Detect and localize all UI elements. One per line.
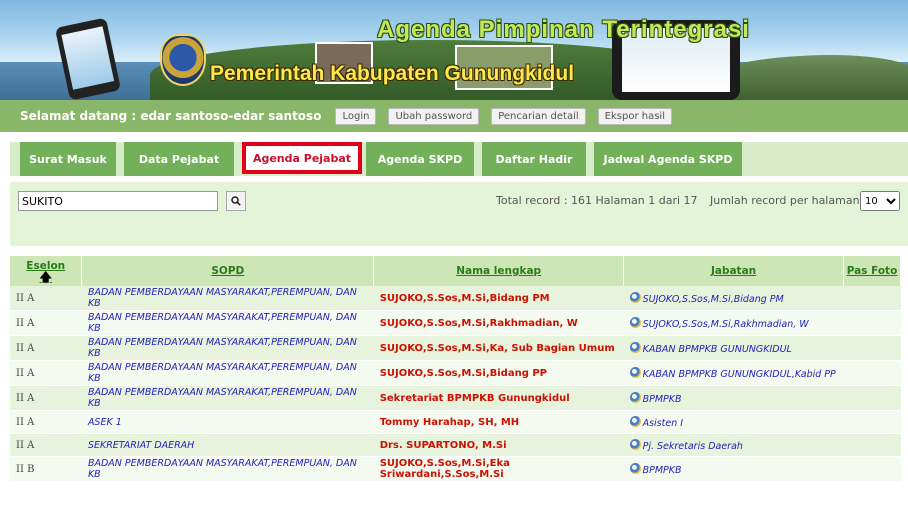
cell-sopd[interactable]: BADAN PEMBERDAYAAN MASYARAKAT,PEREMPUAN,…: [81, 360, 374, 386]
jabatan-text[interactable]: SUJOKO,S.Sos,M.Si,Bidang PM: [643, 294, 784, 305]
detail-search-button[interactable]: Pencarian detail: [491, 107, 586, 125]
search-row: Total record : 161 Halaman 1 dari 17 Jum…: [10, 182, 908, 220]
table-row: II A SEKRETARIAT DAERAH Drs. SUPARTONO, …: [10, 433, 901, 457]
agenda-icon: [629, 415, 641, 427]
col-nama[interactable]: Nama lengkap: [373, 256, 625, 286]
cell-eselon: II A: [10, 335, 82, 361]
cell-eselon: II A: [10, 286, 82, 311]
per-page-select[interactable]: 10: [860, 191, 900, 211]
col-foto[interactable]: Pas Foto: [843, 256, 901, 286]
total-record-info: Total record : 161 Halaman 1 dari 17: [496, 194, 698, 207]
cell-sopd[interactable]: BADAN PEMBERDAYAAN MASYARAKAT,PEREMPUAN,…: [81, 456, 374, 482]
cell-foto: [843, 335, 901, 361]
col-eselon[interactable]: Eselon 🡅: [10, 256, 83, 286]
cell-jabatan[interactable]: KABAN BPMPKB GUNUNGKIDUL: [623, 335, 844, 361]
jabatan-text[interactable]: BPMPKB: [643, 394, 682, 405]
header-banner: Agenda Pimpinan Terintegrasi Pemerintah …: [0, 0, 908, 100]
cell-nama[interactable]: Sekretariat BPMPKB Gunungkidul: [373, 385, 624, 411]
agenda-icon: [629, 366, 641, 378]
agenda-icon: [629, 341, 641, 353]
agenda-icon: [629, 462, 641, 474]
cell-jabatan[interactable]: BPMPKB: [623, 385, 844, 411]
jabatan-text[interactable]: KABAN BPMPKB GUNUNGKIDUL: [643, 344, 792, 355]
cell-sopd[interactable]: BADAN PEMBERDAYAAN MASYARAKAT,PEREMPUAN,…: [81, 385, 374, 411]
cell-foto: [843, 433, 901, 457]
cell-eselon: II A: [10, 410, 82, 434]
jabatan-text[interactable]: KABAN BPMPKB GUNUNGKIDUL,Kabid PP: [643, 369, 836, 380]
table-row: II B BADAN PEMBERDAYAAN MASYARAKAT,PEREM…: [10, 456, 901, 482]
table-row: II A BADAN PEMBERDAYAAN MASYARAKAT,PEREM…: [10, 310, 901, 336]
jabatan-text[interactable]: Pj. Sekretaris Daerah: [643, 441, 743, 452]
cell-foto: [843, 385, 901, 411]
cell-eselon: II A: [10, 360, 82, 386]
cell-nama[interactable]: SUJOKO,S.Sos,M.Si,Bidang PP: [373, 360, 624, 386]
filter-spacer: [10, 220, 908, 246]
agenda-icon: [629, 291, 641, 303]
cell-nama[interactable]: Tommy Harahap, SH, MH: [373, 410, 624, 434]
cell-sopd[interactable]: BADAN PEMBERDAYAAN MASYARAKAT,PEREMPUAN,…: [81, 335, 374, 361]
cell-sopd[interactable]: ASEK 1: [81, 410, 374, 434]
tab-area: Surat Masuk Data Pejabat Agenda Pejabat …: [0, 132, 908, 182]
search-input[interactable]: [18, 191, 218, 211]
cell-foto: [843, 360, 901, 386]
cell-nama[interactable]: SUJOKO,S.Sos,M.Si,Bidang PM: [373, 286, 624, 311]
search-button[interactable]: [226, 191, 246, 211]
tab-data-pejabat[interactable]: Data Pejabat: [124, 142, 234, 176]
export-button[interactable]: Ekspor hasil: [597, 107, 672, 125]
table-row: II A BADAN PEMBERDAYAAN MASYARAKAT,PEREM…: [10, 286, 901, 311]
cell-eselon: II A: [10, 385, 82, 411]
cell-eselon: II A: [10, 310, 82, 336]
agenda-icon: [629, 391, 641, 403]
login-button[interactable]: Login: [335, 107, 377, 125]
cell-jabatan[interactable]: Pj. Sekretaris Daerah: [623, 433, 844, 457]
cell-jabatan[interactable]: SUJOKO,S.Sos,M.Si,Bidang PM: [623, 286, 844, 311]
table-row: II A BADAN PEMBERDAYAAN MASYARAKAT,PEREM…: [10, 385, 901, 411]
cell-nama[interactable]: SUJOKO,S.Sos,M.Si,Eka Sriwardani,S.Sos,M…: [373, 456, 624, 482]
cell-foto: [843, 286, 901, 311]
search-icon: [231, 196, 241, 206]
tab-jadwal-agenda-skpd[interactable]: Jadwal Agenda SKPD: [594, 142, 742, 176]
cell-sopd[interactable]: SEKRETARIAT DAERAH: [81, 433, 374, 457]
tab-surat-masuk[interactable]: Surat Masuk: [20, 142, 116, 176]
cell-eselon: II A: [10, 433, 82, 457]
regency-emblem-icon: [160, 34, 206, 86]
jabatan-text[interactable]: BPMPKB: [643, 465, 682, 476]
cell-nama[interactable]: Drs. SUPARTONO, M.Si: [373, 433, 624, 457]
cell-jabatan[interactable]: Asisten I: [623, 410, 844, 434]
banner-title: Agenda Pimpinan Terintegrasi: [377, 16, 750, 43]
cell-nama[interactable]: SUJOKO,S.Sos,M.Si,Ka, Sub Bagian Umum: [373, 335, 624, 361]
agenda-table: Eselon 🡅 SOPD Nama lengkap Jabatan Pas F…: [10, 256, 901, 482]
cell-foto: [843, 310, 901, 336]
jabatan-text[interactable]: SUJOKO,S.Sos,M.Si,Rakhmadian, W: [643, 319, 809, 330]
cell-jabatan[interactable]: BPMPKB: [623, 456, 844, 482]
cell-eselon: II B: [10, 456, 82, 482]
cell-jabatan[interactable]: KABAN BPMPKB GUNUNGKIDUL,Kabid PP: [623, 360, 844, 386]
cell-nama[interactable]: SUJOKO,S.Sos,M.Si,Rakhmadian, W: [373, 310, 624, 336]
welcome-bar: Selamat datang : edar santoso-edar santo…: [0, 100, 908, 132]
per-page-label: Jumlah record per halaman:: [710, 194, 864, 207]
jabatan-text[interactable]: Asisten I: [643, 418, 683, 429]
cell-jabatan[interactable]: SUJOKO,S.Sos,M.Si,Rakhmadian, W: [623, 310, 844, 336]
col-jabatan[interactable]: Jabatan: [623, 256, 844, 286]
table-row: II A BADAN PEMBERDAYAAN MASYARAKAT,PEREM…: [10, 335, 901, 361]
welcome-message: Selamat datang : edar santoso-edar santo…: [20, 109, 322, 123]
tab-agenda-pejabat[interactable]: Agenda Pejabat: [242, 142, 362, 174]
table-row: II A BADAN PEMBERDAYAAN MASYARAKAT,PEREM…: [10, 360, 901, 386]
cell-sopd[interactable]: BADAN PEMBERDAYAAN MASYARAKAT,PEREMPUAN,…: [81, 310, 374, 336]
agenda-icon: [629, 316, 641, 328]
tab-agenda-skpd[interactable]: Agenda SKPD: [366, 142, 474, 176]
table-row: II A ASEK 1 Tommy Harahap, SH, MH Asiste…: [10, 410, 901, 434]
tab-daftar-hadir[interactable]: Daftar Hadir: [482, 142, 586, 176]
col-sopd[interactable]: SOPD: [81, 256, 375, 286]
change-password-button[interactable]: Ubah password: [388, 107, 480, 125]
agenda-icon: [629, 438, 641, 450]
banner-subtitle: Pemerintah Kabupaten Gunungkidul: [210, 62, 575, 85]
cell-foto: [843, 456, 901, 482]
cell-foto: [843, 410, 901, 434]
cell-sopd[interactable]: BADAN PEMBERDAYAAN MASYARAKAT,PEREMPUAN,…: [81, 286, 374, 311]
sort-arrow-icon: 🡅: [39, 270, 52, 284]
